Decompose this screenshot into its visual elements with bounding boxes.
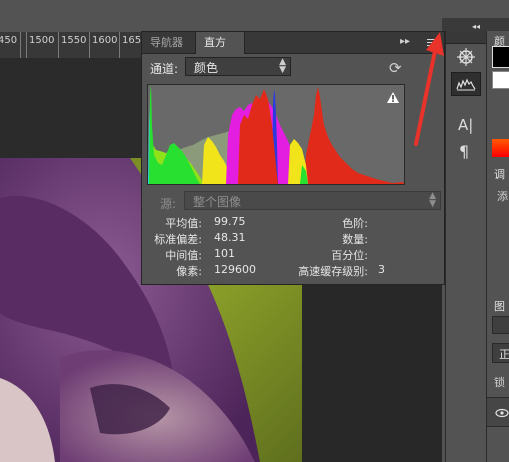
channel-label: 通道: (150, 62, 179, 76)
level-label: 色阶: (342, 217, 368, 230)
paragraph-icon[interactable]: ¶ (459, 142, 469, 161)
ruler-label: 1550 (61, 35, 87, 46)
mean-label: 平均值: (165, 217, 202, 230)
warning-icon[interactable] (386, 89, 400, 103)
pixels-value: 129600 (214, 263, 256, 276)
horizontal-ruler: 450 1500 1550 1600 1650 (0, 32, 147, 59)
right-panel-dock: 颜 调 添 图 正 锁 (486, 31, 509, 462)
percentile-label: 百分位: (331, 249, 368, 262)
adjustments-panel-label[interactable]: 调 (494, 166, 505, 182)
panel-icon-strip: ◂◂ A| ¶ (445, 22, 486, 462)
source-label: 源: (160, 197, 177, 211)
ruler-label: 1600 (92, 35, 118, 46)
histogram-graph (147, 84, 405, 185)
layer-row[interactable] (487, 397, 509, 427)
cache-level-label: 高速缓存级别: (298, 265, 368, 278)
tab-histogram[interactable]: 直方图 (195, 32, 245, 70)
updown-arrow-icon: ▲ ▼ (429, 191, 436, 209)
median-value: 101 (214, 247, 235, 260)
ruler-label: 1500 (29, 35, 55, 46)
eye-icon[interactable] (495, 408, 509, 418)
source-value: 整个图像 (193, 195, 242, 209)
background-swatch[interactable] (492, 71, 509, 89)
strip-header (446, 31, 486, 44)
histogram-icon[interactable] (451, 72, 481, 96)
channel-select[interactable]: 颜色 ▲ ▼ (185, 57, 291, 76)
pixels-label: 像素: (176, 265, 202, 278)
source-select[interactable]: 整个图像 ▲ ▼ (184, 191, 441, 210)
collapse-strip-icon[interactable]: ◂◂ (472, 22, 480, 31)
median-label: 中间值: (165, 249, 202, 262)
std-dev-value: 48.31 (214, 231, 246, 244)
red-arrow-annotation (414, 32, 444, 146)
blend-mode-select[interactable]: 正 (492, 343, 509, 363)
count-label: 数量: (342, 233, 368, 246)
channel-value: 颜色 (194, 61, 219, 75)
navigator-icon[interactable] (451, 45, 481, 69)
panel-tab-bar: 导航器 直方图 ▸▸ (142, 32, 444, 70)
color-ramp[interactable] (492, 139, 509, 157)
lock-label: 锁 (494, 376, 505, 389)
tab-navigator[interactable]: 导航器 (142, 32, 191, 53)
std-dev-label: 标准偏差: (154, 233, 202, 246)
foreground-swatch[interactable] (492, 46, 509, 68)
updown-arrow-icon: ▲ ▼ (279, 57, 286, 75)
layer-filter-icon[interactable] (492, 316, 509, 334)
top-bar (0, 0, 509, 31)
character-icon[interactable]: A| (458, 116, 473, 134)
blend-mode-value: 正 (499, 348, 509, 361)
layers-panel-label[interactable]: 图 (494, 298, 505, 314)
ruler-label: 450 (0, 35, 18, 46)
cache-level-value: 3 (378, 263, 385, 276)
mean-value: 99.75 (214, 215, 246, 228)
add-adjustment-label: 添 (497, 190, 508, 203)
